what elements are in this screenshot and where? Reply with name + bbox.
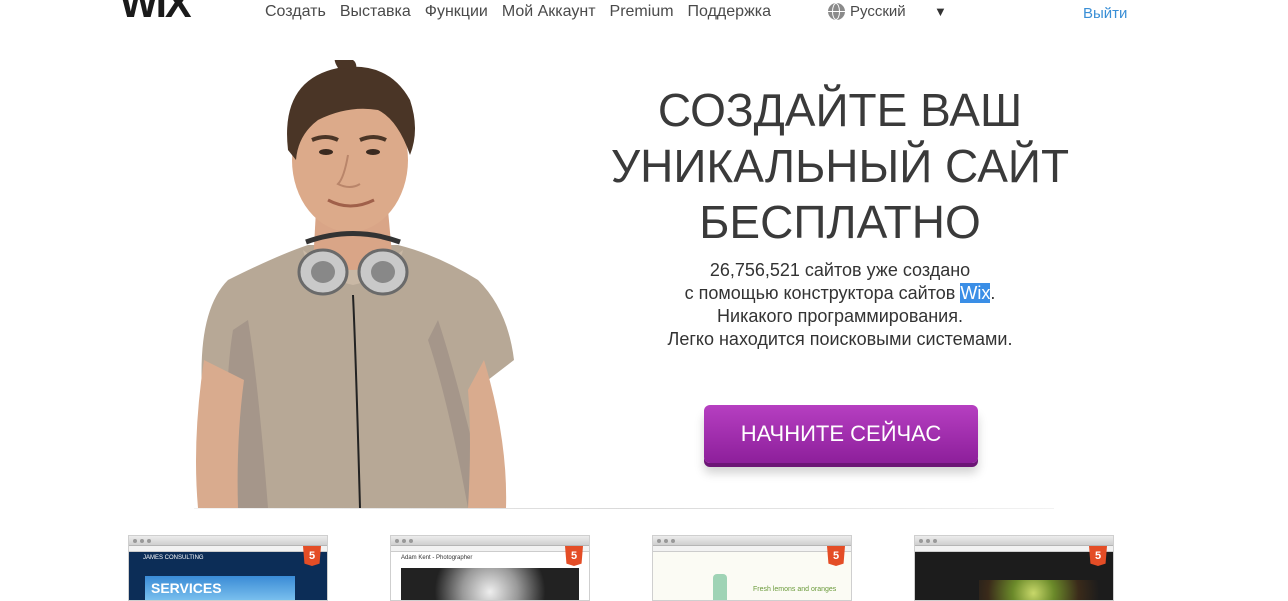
template-thumbnail-restaurant[interactable]: 5 [914, 535, 1114, 601]
language-selector[interactable]: Русский [828, 3, 906, 20]
html5-badge-icon: 5 [1089, 546, 1107, 566]
builder-line: с помощью конструктора сайтов Wix. [600, 282, 1080, 305]
top-header: WIX Создать Выставка Функции Мой Аккаунт… [0, 0, 1288, 30]
html5-badge-icon: 5 [303, 546, 321, 566]
hero-person-image [196, 60, 514, 508]
template-preview: Adam Kent - Photographer [391, 552, 589, 600]
wix-logo-text: WIX [120, 0, 192, 26]
browser-bar [129, 536, 327, 546]
builder-period: . [990, 283, 996, 303]
template-preview: Fresh lemons and oranges [653, 552, 851, 600]
html5-badge-icon: 5 [827, 546, 845, 566]
template-thumbnail-consulting[interactable]: JAMES CONSULTING SERVICES 5 [128, 535, 328, 601]
template-thumbnail-photographer[interactable]: Adam Kent - Photographer 5 [390, 535, 590, 601]
wix-logo[interactable]: WIX [120, 0, 192, 26]
nav-features[interactable]: Функции [425, 2, 488, 22]
template-thumbnail-lemonade[interactable]: Fresh lemons and oranges 5 [652, 535, 852, 601]
template-name: Adam Kent - Photographer [401, 555, 473, 561]
sites-count-line: 26,756,521 сайтов уже создано [709, 260, 971, 280]
template-brand: JAMES CONSULTING [143, 555, 204, 561]
template-photo [401, 568, 579, 600]
template-preview [915, 552, 1113, 600]
cta-wrapper: НАЧНИТЕ СЕЙЧАС [704, 405, 978, 463]
wix-highlight: Wix [960, 283, 991, 303]
section-divider [194, 508, 1054, 509]
seo-line: Легко находится поисковыми системами. [667, 329, 1013, 349]
hero-title: СОЗДАЙТЕ ВАШ УНИКАЛЬНЫЙ САЙТ БЕСПЛАТНО [580, 82, 1100, 250]
hero-title-line-1: СОЗДАЙТЕ ВАШ [657, 84, 1023, 136]
no-coding-line: Никакого программирования. [717, 306, 963, 326]
bottle-image [713, 574, 727, 600]
browser-bar [653, 536, 851, 546]
dropdown-arrow-icon[interactable]: ▼ [934, 4, 947, 19]
nav-create[interactable]: Создать [265, 2, 326, 22]
html5-badge-icon: 5 [565, 546, 583, 566]
hero-title-line-3: БЕСПЛАТНО [699, 196, 981, 248]
food-image [979, 580, 1113, 600]
language-label: Русский [850, 3, 906, 20]
main-nav: Создать Выставка Функции Мой Аккаунт Pre… [265, 2, 785, 22]
template-headline: SERVICES [145, 576, 295, 600]
nav-premium[interactable]: Premium [610, 2, 674, 22]
logout-link[interactable]: Выйти [1083, 5, 1127, 22]
template-text: Fresh lemons and oranges [753, 586, 837, 593]
start-now-button[interactable]: НАЧНИТЕ СЕЙЧАС [704, 405, 978, 463]
nav-my-account[interactable]: Мой Аккаунт [502, 2, 596, 22]
builder-text: с помощью конструктора сайтов [684, 283, 961, 303]
nav-support[interactable]: Поддержка [688, 2, 771, 22]
browser-bar [915, 536, 1113, 546]
globe-icon [828, 3, 845, 20]
hero-subtitle: 26,756,521 сайтов уже создано с помощью … [600, 259, 1080, 351]
browser-bar [391, 536, 589, 546]
nav-showcase[interactable]: Выставка [340, 2, 411, 22]
template-preview: JAMES CONSULTING SERVICES [129, 552, 327, 600]
hero-title-line-2: УНИКАЛЬНЫЙ САЙТ [610, 140, 1070, 192]
